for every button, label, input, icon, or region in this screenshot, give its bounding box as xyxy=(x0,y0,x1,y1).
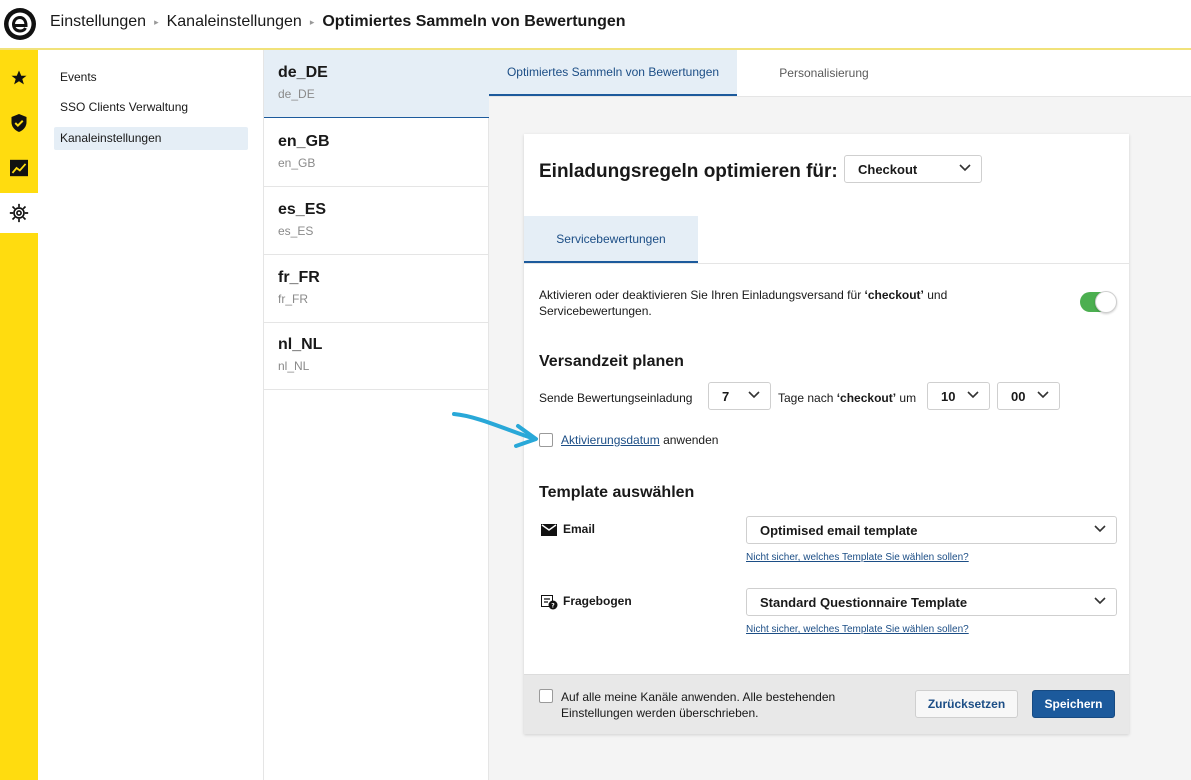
breadcrumb-separator: ▸ xyxy=(309,16,315,27)
chevron-down-icon xyxy=(1094,597,1106,605)
star-icon xyxy=(11,70,27,85)
questionnaire-icon: ? xyxy=(541,595,558,610)
channel-item-fr-fr[interactable]: fr_FR fr_FR xyxy=(264,255,489,323)
activation-date-link[interactable]: Aktivierungsdatum xyxy=(561,433,660,447)
analytics-chart-icon xyxy=(10,159,28,177)
activation-description: Aktivieren oder deaktivieren Sie Ihren E… xyxy=(539,288,948,318)
top-bar: Einstellungen ▸ Kanaleinstellungen ▸ Opt… xyxy=(0,0,1191,50)
questionnaire-label: Fragebogen xyxy=(563,594,632,608)
channel-subtitle: fr_FR xyxy=(278,292,308,306)
invitation-toggle[interactable] xyxy=(1080,291,1117,313)
apply-all-channels-label: Auf alle meine Kanäle anwenden. Alle bes… xyxy=(561,690,836,720)
questionnaire-template-help-link[interactable]: Nicht sicher, welches Template Sie wähle… xyxy=(746,624,969,635)
save-button[interactable]: Speichern xyxy=(1032,690,1115,718)
chevron-down-icon xyxy=(1094,525,1106,533)
main-content: Optimiertes Sammeln von Bewertungen Pers… xyxy=(489,50,1191,780)
email-template-value: Optimised email template xyxy=(760,522,918,538)
days-select-value: 7 xyxy=(722,388,730,404)
subtab-servicebewertungen[interactable]: Servicebewertungen xyxy=(524,216,698,263)
channel-code: nl_NL xyxy=(278,336,323,353)
questionnaire-template-value: Standard Questionnaire Template xyxy=(760,594,968,610)
subnav-item-kanaleinstellungen[interactable]: Kanaleinstellungen xyxy=(54,127,248,150)
trigger-select-value: Checkout xyxy=(858,161,918,177)
activation-date-label: Aktivierungsdatum anwenden xyxy=(561,433,719,447)
breadcrumb: Einstellungen ▸ Kanaleinstellungen ▸ Opt… xyxy=(50,13,626,31)
channel-code: de_DE xyxy=(278,64,328,81)
template-heading: Template auswählen xyxy=(539,484,695,501)
channel-subtitle: en_GB xyxy=(278,156,316,170)
settings-card: Einladungsregeln optimieren für: Checkou… xyxy=(524,134,1129,734)
rail-item-trustbadge[interactable] xyxy=(0,103,38,143)
send-label: Sende Bewertungseinladung xyxy=(539,391,693,405)
toggle-knob xyxy=(1095,291,1117,313)
channel-subtitle: nl_NL xyxy=(278,359,310,373)
breadcrumb-kanaleinstellungen[interactable]: Kanaleinstellungen xyxy=(167,13,302,31)
email-template-select[interactable]: Optimised email template xyxy=(746,516,1117,544)
channel-subtitle: de_DE xyxy=(278,87,315,101)
days-select[interactable]: 7 xyxy=(708,382,771,410)
subnav-item-events[interactable]: Events xyxy=(54,66,248,89)
rail-item-reviews[interactable] xyxy=(0,58,38,98)
chevron-down-icon xyxy=(748,391,760,399)
questionnaire-template-select[interactable]: Standard Questionnaire Template xyxy=(746,588,1117,616)
annotation-arrow xyxy=(452,412,538,448)
schedule-heading: Versandzeit planen xyxy=(539,353,684,370)
trigger-select[interactable]: Checkout xyxy=(844,155,982,183)
rail-item-settings[interactable] xyxy=(0,193,38,233)
trustedshops-logo[interactable] xyxy=(3,7,37,41)
days-after-label: Tage nach ‘checkout’ um xyxy=(778,391,917,405)
chevron-down-icon xyxy=(959,164,971,172)
rail-item-analytics[interactable] xyxy=(0,148,38,188)
subnav-item-sso-clients[interactable]: SSO Clients Verwaltung xyxy=(54,96,248,119)
breadcrumb-separator: ▸ xyxy=(154,16,159,27)
channel-code: fr_FR xyxy=(278,269,320,286)
gear-icon xyxy=(9,203,29,223)
breadcrumb-einstellungen[interactable]: Einstellungen xyxy=(50,13,146,31)
channel-item-nl-nl[interactable]: nl_NL nl_NL xyxy=(264,322,489,390)
app-rail xyxy=(0,50,38,780)
svg-text:?: ? xyxy=(551,603,555,610)
reset-button[interactable]: Zurücksetzen xyxy=(915,690,1018,718)
subtab-divider xyxy=(524,263,1129,264)
minute-select[interactable]: 00 xyxy=(997,382,1060,410)
channel-subtitle: es_ES xyxy=(278,224,314,238)
apply-all-channels-checkbox[interactable] xyxy=(539,689,553,703)
settings-subnav: Events SSO Clients Verwaltung Kanaleinst… xyxy=(38,50,264,780)
envelope-icon xyxy=(541,524,557,536)
breadcrumb-current: Optimiertes Sammeln von Bewertungen xyxy=(322,13,626,30)
channel-item-de-de[interactable]: de_DE de_DE xyxy=(264,50,489,118)
hour-select-value: 10 xyxy=(941,388,956,404)
email-template-help-link[interactable]: Nicht sicher, welches Template Sie wähle… xyxy=(746,552,969,563)
tab-bar: Optimiertes Sammeln von Bewertungen Pers… xyxy=(489,50,1191,97)
chevron-down-icon xyxy=(1037,391,1049,399)
shield-check-icon xyxy=(11,114,27,132)
tab-personalisierung[interactable]: Personalisierung xyxy=(737,50,911,96)
minute-select-value: 00 xyxy=(1011,388,1026,404)
tab-optimiertes-sammeln[interactable]: Optimiertes Sammeln von Bewertungen xyxy=(489,50,737,96)
channel-item-en-gb[interactable]: en_GB en_GB xyxy=(264,119,489,187)
hour-select[interactable]: 10 xyxy=(927,382,990,410)
chevron-down-icon xyxy=(967,391,979,399)
card-title: Einladungsregeln optimieren für: xyxy=(539,161,838,182)
card-footer: Auf alle meine Kanäle anwenden. Alle bes… xyxy=(524,674,1129,734)
email-label: Email xyxy=(563,522,596,536)
channel-item-es-es[interactable]: es_ES es_ES xyxy=(264,187,489,255)
channel-code: es_ES xyxy=(278,201,327,218)
channel-code: en_GB xyxy=(278,133,330,150)
